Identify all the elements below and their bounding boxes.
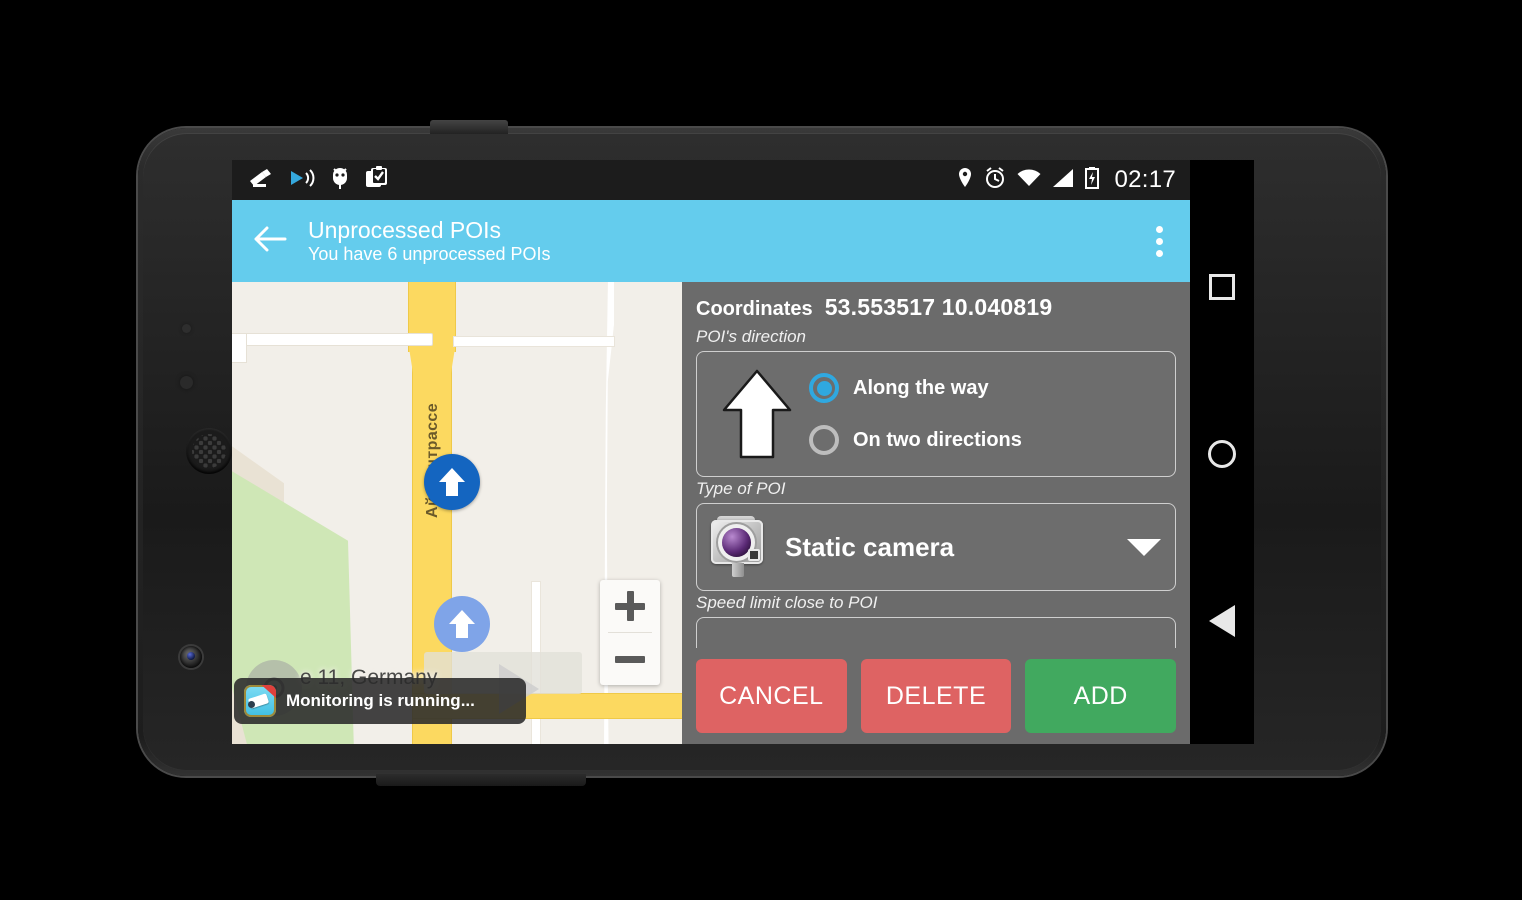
wifi-icon [1017,168,1041,193]
location-pin-icon [957,167,973,194]
map-zoom-controls[interactable] [600,580,660,685]
toast-text: Monitoring is running... [286,691,475,710]
direction-radio-group[interactable]: Along the way On two directions [809,373,1022,455]
coordinates-label: Coordinates [696,298,813,320]
poi-marker-primary[interactable] [424,454,480,510]
cast-play-icon [289,168,315,193]
front-camera [180,646,202,668]
battery-charging-icon [1085,166,1100,194]
phone-device: 02:17 Unprocessed POIs You have 6 unproc… [138,120,1386,786]
radio-label-along-the-way: Along the way [853,376,989,399]
page-title: Unprocessed POIs [308,217,502,244]
form-button-bar: CANCEL DELETE ADD [682,648,1190,744]
signal-icon [1052,168,1074,193]
direction-field-label: POI's direction [696,327,807,346]
radio-option-on-two-directions[interactable]: On two directions [809,425,1022,455]
chevron-down-icon [1127,538,1161,556]
overflow-menu-icon-dot2 [1155,237,1163,245]
direction-arrow-up-icon [705,368,809,460]
system-back-button[interactable] [1190,586,1254,656]
content-area: Айфештрассе е 11, Germany [232,282,1190,744]
minus-icon [615,655,645,663]
app-bar-titles: Unprocessed POIs You have 6 unprocessed … [308,218,551,263]
status-bar: 02:17 [232,160,1190,200]
plus-icon [615,591,645,621]
coordinates-row: Coordinates 53.553517 10.040819 [682,282,1190,325]
app-viewport: 02:17 Unprocessed POIs You have 6 unproc… [232,160,1190,744]
screenshot-root: 02:17 Unprocessed POIs You have 6 unproc… [0,0,1522,900]
status-bar-right-icons: 02:17 [957,166,1176,194]
light-sensor [180,376,193,389]
poi-form-pane: Coordinates 53.553517 10.040819 POI's di… [682,282,1190,744]
map-road-horizontal-1-curve [232,334,246,362]
radio-option-along-the-way[interactable]: Along the way [809,373,1022,403]
back-triangle-icon [1209,604,1235,637]
status-bar-clock: 02:17 [1114,166,1176,193]
android-head-icon [330,166,350,195]
zoom-out-button[interactable] [600,633,660,685]
clipboard-check-icon [365,165,389,195]
app-bar: Unprocessed POIs You have 6 unprocessed … [232,200,1190,282]
type-field-label: Type of POI [696,479,786,498]
home-circle-icon [1208,439,1236,468]
coordinates-value: 53.553517 10.040819 [824,294,1053,320]
delete-button[interactable]: DELETE [860,659,1012,733]
phone-bottom-nub [376,774,586,786]
map-road-horizontal-1 [232,334,432,345]
back-button[interactable] [232,200,308,282]
type-of-poi-value: Static camera [785,531,955,562]
zoom-in-button[interactable] [600,580,660,632]
map-pane[interactable]: Айфештрассе е 11, Germany [232,282,682,744]
earpiece-speaker [186,428,232,474]
recents-square-icon [1209,274,1235,301]
app-camera-icon [244,685,276,717]
home-button[interactable] [1190,419,1254,489]
add-button[interactable]: ADD [1025,659,1177,733]
cancel-button[interactable]: CANCEL [696,659,847,733]
back-arrow-icon [253,226,287,257]
radio-icon-selected [809,373,839,403]
speed-limit-input[interactable] [696,617,1176,651]
map-road-horizontal-2 [454,337,614,346]
static-camera-icon [707,516,771,578]
overflow-menu-icon-dot3 [1155,249,1163,257]
speed-camera-icon [248,167,274,194]
toast-notification: Monitoring is running... [234,678,526,724]
proximity-sensor [182,324,191,333]
page-subtitle: You have 6 unprocessed POIs [308,243,551,264]
radio-label-on-two-directions: On two directions [853,428,1022,451]
phone-screen: 02:17 Unprocessed POIs You have 6 unproc… [232,160,1254,744]
map-road-main-taper [409,348,455,374]
phone-top-nub [430,120,508,134]
type-of-poi-select[interactable]: Static camera [696,503,1176,591]
radio-icon-unselected [809,425,839,455]
status-bar-left-icons [248,165,389,195]
android-navigation-bar [1190,160,1254,744]
overflow-menu-icon [1155,225,1163,233]
overflow-menu-button[interactable] [1128,200,1190,282]
poi-marker-secondary[interactable] [434,596,490,652]
speed-limit-field-label: Speed limit close to POI [696,593,878,612]
direction-group: Along the way On two directions [696,351,1176,477]
recents-button[interactable] [1190,252,1254,322]
alarm-clock-icon [984,166,1006,194]
